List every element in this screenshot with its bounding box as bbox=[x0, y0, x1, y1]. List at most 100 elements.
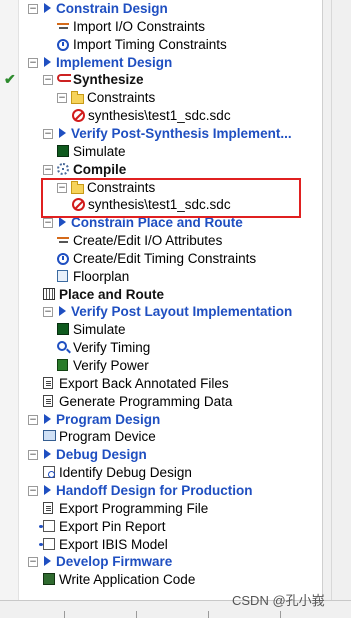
tree-item-label: Debug Design bbox=[56, 447, 147, 463]
tree-item-label: Create/Edit I/O Attributes bbox=[73, 233, 223, 249]
tree-row[interactable]: − Compile bbox=[0, 161, 322, 178]
tree-row[interactable]: − Verify Post-Synthesis Implement... bbox=[0, 125, 322, 142]
scrollbar-divider bbox=[331, 0, 332, 600]
collapse-toggle[interactable]: − bbox=[43, 218, 53, 229]
tree-item-label: Export Programming File bbox=[59, 500, 209, 516]
tree-row[interactable]: Verify Timing bbox=[0, 339, 322, 356]
document-icon bbox=[43, 394, 53, 407]
tree-item-label: Import Timing Constraints bbox=[73, 36, 227, 52]
tree-item-label: Develop Firmware bbox=[56, 554, 173, 570]
floorplan-icon bbox=[57, 269, 68, 282]
tree-row[interactable]: − Constraints bbox=[0, 89, 322, 106]
expand-triangle-icon[interactable] bbox=[44, 3, 51, 13]
tree-row[interactable]: synthesis\test1_sdc.sdc bbox=[0, 107, 322, 124]
chip-icon bbox=[57, 144, 69, 157]
tree-item-label: Implement Design bbox=[56, 54, 173, 70]
tree-item-label: Place and Route bbox=[59, 286, 165, 302]
tree-row[interactable]: Identify Debug Design bbox=[0, 464, 322, 481]
program-device-icon bbox=[43, 430, 56, 442]
io-edit-icon bbox=[57, 234, 69, 245]
tree-item-label: Program Device bbox=[59, 429, 156, 445]
tree-row[interactable]: Export Back Annotated Files bbox=[0, 375, 322, 392]
tree-row[interactable]: Simulate bbox=[0, 321, 322, 338]
expand-triangle-icon[interactable] bbox=[59, 217, 66, 228]
no-sign-icon bbox=[72, 109, 85, 123]
expand-triangle-icon[interactable] bbox=[44, 484, 51, 495]
export-icon bbox=[39, 537, 55, 550]
tree-row[interactable]: Create/Edit Timing Constraints bbox=[0, 250, 322, 267]
tree-row[interactable]: − Constrain Design bbox=[0, 0, 322, 17]
tree-row[interactable]: − Implement Design bbox=[0, 54, 322, 71]
synthesize-icon bbox=[57, 74, 71, 84]
tree-row[interactable]: − Handoff Design for Production bbox=[0, 482, 322, 499]
gear-icon bbox=[57, 162, 69, 175]
tree-item-label: Constrain Design bbox=[56, 1, 168, 16]
tree-item-label: Synthesize bbox=[73, 72, 144, 88]
folder-icon bbox=[71, 91, 84, 105]
expand-triangle-icon[interactable] bbox=[44, 56, 51, 67]
write-code-icon bbox=[43, 573, 55, 586]
collapse-toggle[interactable]: − bbox=[28, 414, 38, 425]
tree-item-label: Simulate bbox=[73, 143, 126, 159]
tree-item-label: Export IBIS Model bbox=[59, 536, 168, 552]
tree-item-label: Export Back Annotated Files bbox=[59, 375, 229, 391]
export-icon bbox=[39, 519, 55, 532]
collapse-toggle[interactable]: − bbox=[28, 557, 38, 568]
expand-triangle-icon[interactable] bbox=[59, 306, 66, 317]
tree-item-label: Verify Post Layout Implementation bbox=[71, 304, 293, 320]
collapse-toggle[interactable]: − bbox=[57, 93, 67, 104]
tree-item-label: Floorplan bbox=[73, 268, 130, 284]
expand-triangle-icon[interactable] bbox=[44, 449, 51, 460]
watermark: CSDN @孔小峩 bbox=[232, 593, 325, 608]
tree-row[interactable]: Write Application Code bbox=[0, 571, 322, 588]
tree-item-label: Identify Debug Design bbox=[59, 465, 192, 481]
tree-item-label: Handoff Design for Production bbox=[56, 482, 253, 498]
tree-item-label: Verify Power bbox=[73, 358, 149, 373]
tree-row[interactable]: ✔ − Synthesize bbox=[0, 71, 322, 88]
tree-row[interactable]: Verify Power bbox=[0, 357, 322, 374]
tree-row[interactable]: − Verify Post Layout Implementation bbox=[0, 303, 322, 320]
tree-row[interactable]: Simulate bbox=[0, 143, 322, 160]
tree-item-label: Constraints bbox=[87, 90, 156, 106]
stopwatch-icon bbox=[57, 252, 69, 265]
expand-triangle-icon[interactable] bbox=[59, 127, 66, 138]
tree-item-label: Export Pin Report bbox=[59, 518, 166, 534]
collapse-toggle[interactable]: − bbox=[28, 485, 38, 496]
document-icon bbox=[43, 501, 53, 514]
tree-item-label: Verify Post-Synthesis Implement... bbox=[71, 125, 292, 141]
collapse-toggle[interactable]: − bbox=[28, 57, 38, 68]
tree-row[interactable]: Generate Programming Data bbox=[0, 393, 322, 410]
tree-item-label: Simulate bbox=[73, 322, 126, 338]
tree-item-label: Write Application Code bbox=[59, 572, 196, 588]
tree-row[interactable]: Import I/O Constraints bbox=[0, 18, 322, 35]
collapse-toggle[interactable]: − bbox=[43, 164, 53, 175]
tree-row[interactable]: Place and Route bbox=[0, 286, 322, 303]
tree-row[interactable]: − Develop Firmware bbox=[0, 553, 322, 570]
search-icon bbox=[57, 341, 67, 352]
collapse-toggle[interactable]: − bbox=[43, 75, 53, 86]
collapse-toggle[interactable]: − bbox=[28, 450, 38, 461]
tree-row[interactable]: Create/Edit I/O Attributes bbox=[0, 232, 322, 249]
tree-item-label: synthesis\test1_sdc.sdc bbox=[88, 108, 231, 124]
tree-row[interactable]: Floorplan bbox=[0, 268, 322, 285]
tree-row[interactable]: Export Programming File bbox=[0, 500, 322, 517]
tree-item-label: Compile bbox=[73, 161, 127, 177]
expand-triangle-icon[interactable] bbox=[44, 413, 51, 424]
expand-triangle-icon[interactable] bbox=[44, 556, 51, 567]
tree-row[interactable]: Export IBIS Model bbox=[0, 536, 322, 553]
tree-row[interactable]: Import Timing Constraints bbox=[0, 36, 322, 53]
power-icon bbox=[57, 359, 68, 371]
highlight-box bbox=[41, 178, 301, 218]
tree-item-label: Program Design bbox=[56, 411, 161, 427]
vertical-scrollbar[interactable] bbox=[322, 0, 351, 617]
collapse-toggle[interactable]: − bbox=[43, 128, 53, 139]
tree-item-label: Import I/O Constraints bbox=[73, 18, 206, 34]
collapse-toggle[interactable]: − bbox=[43, 307, 53, 318]
tree-row[interactable]: − Debug Design bbox=[0, 446, 322, 463]
tree-item-label: Verify Timing bbox=[73, 340, 151, 356]
tree-row[interactable]: − Program Design bbox=[0, 411, 322, 428]
tree-item-label: Generate Programming Data bbox=[59, 393, 233, 409]
collapse-toggle[interactable]: − bbox=[28, 4, 38, 14]
tree-row[interactable]: Program Device bbox=[0, 428, 322, 445]
tree-row[interactable]: Export Pin Report bbox=[0, 518, 322, 535]
